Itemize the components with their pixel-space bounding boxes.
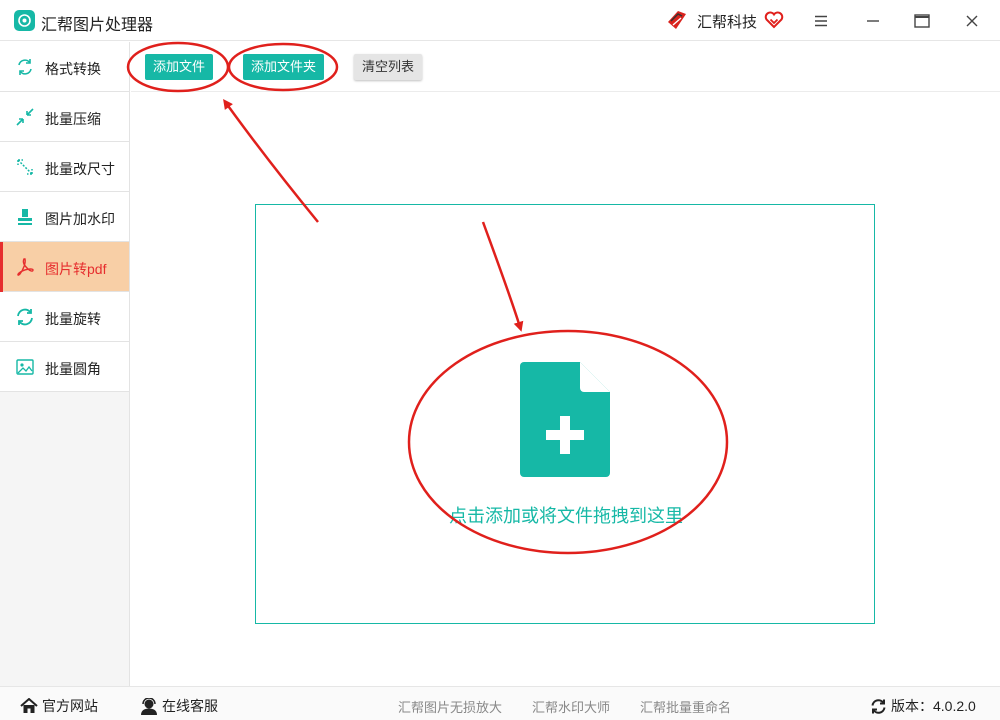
- official-website-label: 官方网站: [42, 698, 98, 714]
- customer-service-icon: [141, 697, 157, 715]
- footer-link-batch-rename[interactable]: 汇帮批量重命名: [640, 697, 731, 716]
- refresh-icon: [871, 698, 886, 714]
- title-bar: 汇帮图片处理器 汇帮科技: [0, 0, 1000, 41]
- footer-link-lossless-upscale[interactable]: 汇帮图片无损放大: [398, 697, 502, 716]
- app-title: 汇帮图片处理器: [41, 17, 154, 34]
- sidebar-item-compress[interactable]: 批量压缩: [0, 92, 129, 142]
- menu-icon[interactable]: [806, 6, 836, 36]
- toolbar: 添加文件 添加文件夹 清空列表: [131, 42, 1000, 92]
- close-icon[interactable]: [957, 6, 987, 36]
- minimize-icon[interactable]: [858, 6, 888, 36]
- rotate-icon: [15, 307, 35, 327]
- add-folder-button[interactable]: 添加文件夹: [243, 54, 325, 80]
- heart-icon[interactable]: [764, 11, 784, 29]
- footer-link-watermark-master[interactable]: 汇帮水印大师: [532, 697, 610, 716]
- sidebar: 格式转换 批量压缩 批量改尺寸 图片加水印 图片转pdf 批量旋转 批量圆角: [0, 42, 130, 686]
- official-website-link[interactable]: 官方网站: [20, 696, 98, 716]
- sidebar-item-format-convert[interactable]: 格式转换: [0, 42, 129, 92]
- online-support-label: 在线客服: [162, 698, 218, 714]
- sidebar-item-rounded-corner[interactable]: 批量圆角: [0, 342, 129, 392]
- file-drop-zone[interactable]: 点击添加或将文件拖拽到这里: [255, 204, 875, 624]
- sidebar-item-rotate[interactable]: 批量旋转: [0, 292, 129, 342]
- sidebar-item-label: 格式转换: [45, 61, 101, 77]
- sidebar-item-label: 批量压缩: [45, 111, 101, 127]
- watermark-icon: [15, 207, 35, 227]
- sidebar-item-watermark[interactable]: 图片加水印: [0, 192, 129, 242]
- version-label: 版本：4.0.2.0: [891, 698, 976, 714]
- brand-name: 汇帮科技: [697, 14, 758, 31]
- maximize-icon[interactable]: [907, 6, 937, 36]
- format-convert-icon: [15, 57, 35, 77]
- sidebar-item-label: 批量改尺寸: [45, 161, 115, 177]
- sidebar-item-image-to-pdf[interactable]: 图片转pdf: [0, 242, 129, 292]
- sidebar-item-label: 图片转pdf: [45, 261, 107, 277]
- compress-icon: [15, 107, 35, 127]
- sidebar-item-label: 图片加水印: [45, 211, 115, 227]
- add-document-icon[interactable]: [520, 362, 610, 477]
- footer: 官方网站 在线客服 汇帮图片无损放大 汇帮水印大师 汇帮批量重命名 版本：4.0…: [0, 686, 1000, 720]
- sidebar-item-label: 批量圆角: [45, 361, 101, 377]
- sidebar-item-label: 批量旋转: [45, 311, 101, 327]
- app-logo-icon: [14, 10, 35, 31]
- add-file-button[interactable]: 添加文件: [145, 54, 214, 80]
- rounded-corner-icon: [15, 357, 35, 377]
- pdf-icon: [15, 257, 35, 277]
- resize-icon: [15, 157, 35, 177]
- sidebar-item-resize[interactable]: 批量改尺寸: [0, 142, 129, 192]
- drop-zone-hint: 点击添加或将文件拖拽到这里: [449, 506, 683, 526]
- clear-list-button[interactable]: 清空列表: [354, 54, 423, 80]
- version-info[interactable]: 版本：4.0.2.0: [870, 696, 976, 716]
- brand-logo-icon: [665, 8, 689, 32]
- home-icon: [20, 698, 38, 713]
- online-support-link[interactable]: 在线客服: [140, 696, 218, 716]
